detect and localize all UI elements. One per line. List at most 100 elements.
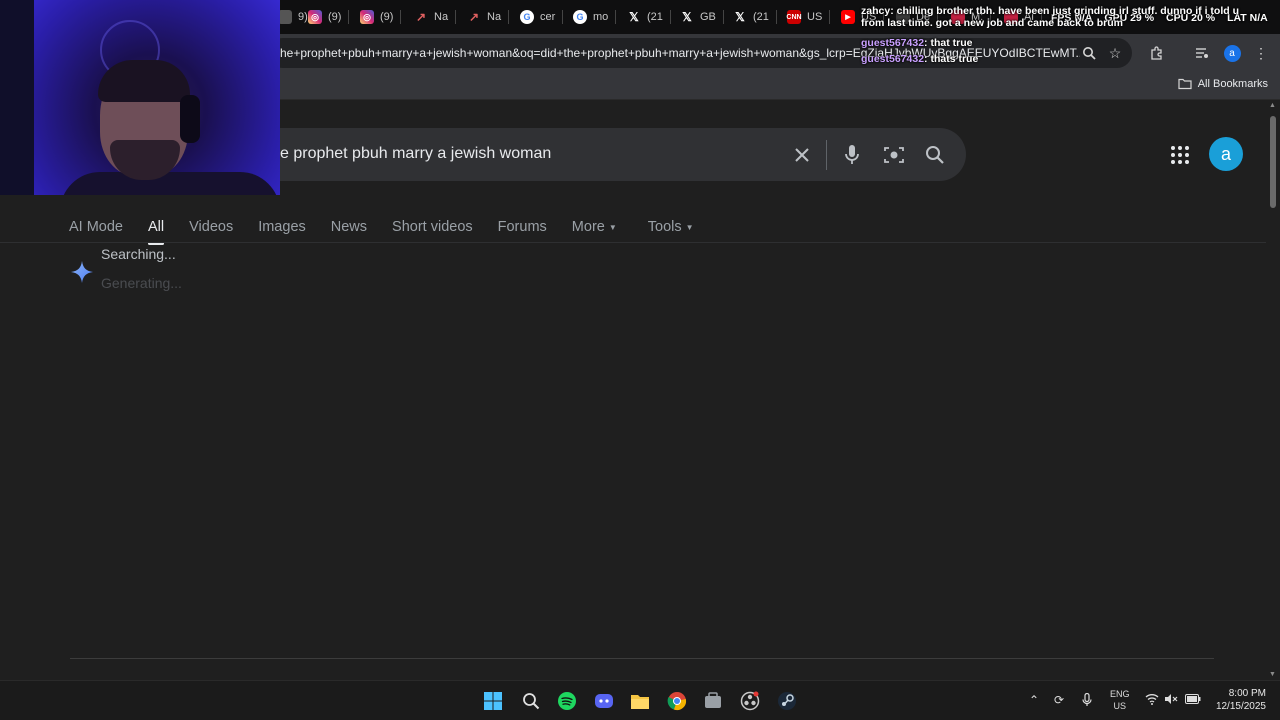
stream-chat-overlay: FPS N/A GPU 29 % CPU 20 % LAT N/A zahcy:… — [861, 5, 1280, 71]
tab-ai-mode[interactable]: AI Mode — [69, 212, 123, 242]
headset-icon — [180, 95, 200, 143]
tab-short-videos[interactable]: Short videos — [392, 212, 473, 242]
sync-icon[interactable]: ⟳ — [1054, 693, 1064, 707]
tab-label: Videos — [189, 219, 234, 235]
all-bookmarks-button[interactable]: All Bookmarks — [1178, 78, 1268, 90]
caret-down-icon: ▼ — [608, 222, 617, 232]
page-divider — [70, 658, 1214, 659]
discord-icon[interactable] — [593, 690, 615, 712]
scrollbar-thumb[interactable] — [1270, 116, 1276, 208]
windows-start-icon[interactable] — [482, 690, 504, 712]
keyboard-region: US — [1113, 701, 1127, 711]
browser-tab[interactable]: ◎ (9) — [302, 6, 351, 28]
windows-taskbar: ⌃ ⟳ ENG US 8:00 PM 12/15/2025 — [0, 680, 1280, 720]
tab-title: (21 — [647, 11, 663, 23]
taskbar-search-icon[interactable] — [520, 690, 542, 712]
tab-news[interactable]: News — [331, 212, 367, 242]
google-icon: G — [573, 10, 587, 24]
browser-tab[interactable]: CNN US — [781, 6, 831, 28]
tab-icon-generic — [278, 10, 292, 24]
webcam-shadow — [0, 0, 34, 195]
caret-down-icon: ▼ — [685, 222, 694, 232]
youtube-icon: ▶ — [841, 10, 855, 24]
search-tabs: AI Mode All Videos Images News Short vid… — [69, 212, 694, 245]
tab-label: All — [148, 219, 165, 235]
language-code: ENG — [1110, 689, 1130, 699]
account-avatar[interactable]: a — [1209, 137, 1243, 171]
chat-message: guest567432: that true — [861, 37, 973, 49]
tab-title: Na — [434, 11, 449, 23]
tab-images[interactable]: Images — [258, 212, 306, 242]
cnn-icon: CNN — [786, 10, 802, 24]
browser-tab[interactable]: ↗ Na — [408, 6, 457, 28]
search-icon[interactable] — [922, 142, 948, 168]
search-divider — [826, 140, 827, 170]
chat-text: thats true — [930, 53, 979, 65]
chat-message: guest567432: thats true — [861, 53, 979, 65]
vertical-scrollbar[interactable]: ▲ ▼ — [1266, 100, 1280, 680]
volume-muted-icon[interactable] — [1164, 693, 1178, 708]
browser-tab[interactable]: ◎ (9) — [354, 6, 403, 28]
browser-tab[interactable]: 𝕏 (21 — [621, 6, 671, 28]
tab-title: (9) — [328, 11, 342, 23]
ai-status-searching: Searching... — [101, 246, 176, 262]
tab-title: cer — [540, 11, 556, 23]
tab-title: US — [807, 11, 823, 23]
browser-tab[interactable]: ↗ Na — [461, 6, 510, 28]
tabs-divider — [0, 242, 1280, 243]
tab-videos[interactable]: Videos — [189, 212, 233, 242]
microphone-icon[interactable] — [839, 142, 865, 168]
google-icon: G — [520, 10, 534, 24]
language-indicator[interactable]: ENG US — [1110, 688, 1130, 712]
tab-tools[interactable]: Tools ▼ — [648, 212, 694, 242]
show-hidden-icons[interactable]: ⌃ — [1029, 693, 1039, 707]
browser-tab[interactable]: Gcer — [514, 6, 564, 28]
chat-username: guest567432 — [861, 37, 925, 49]
streamer-hair — [98, 60, 190, 102]
tab-label: News — [330, 219, 368, 235]
scroll-down-icon[interactable]: ▼ — [1269, 671, 1276, 678]
obs-icon[interactable] — [739, 690, 761, 712]
chart-icon: ↗ — [415, 10, 427, 24]
folder-icon — [1178, 78, 1192, 90]
wifi-icon[interactable] — [1145, 693, 1159, 708]
scroll-up-icon[interactable]: ▲ — [1269, 102, 1276, 109]
chrome-icon[interactable] — [666, 690, 688, 712]
tab-label: More — [571, 219, 605, 235]
file-explorer-icon[interactable] — [629, 690, 651, 712]
app-store-icon[interactable] — [702, 690, 724, 712]
chat-text: from last time. got a new job and came b… — [861, 17, 1123, 29]
system-clock[interactable]: 8:00 PM 12/15/2025 — [1210, 687, 1266, 713]
clear-icon[interactable] — [789, 142, 815, 168]
search-box[interactable]: e prophet pbuh marry a jewish woman — [240, 128, 966, 181]
instagram-icon: ◎ — [360, 10, 374, 24]
chat-message-continued: from last time. got a new job and came b… — [861, 17, 1123, 29]
tab-more[interactable]: More ▼ — [572, 212, 617, 242]
battery-icon[interactable] — [1185, 693, 1201, 707]
chat-username: guest567432 — [861, 53, 925, 65]
instagram-icon: ◎ — [308, 10, 322, 24]
google-apps-icon[interactable] — [1168, 143, 1192, 167]
tab-title: (9) — [380, 11, 394, 23]
chat-message: zahcy: chilling brother tbh. have been j… — [861, 5, 1240, 17]
tab-label: Tools — [647, 219, 682, 235]
tab-title: GB — [700, 11, 716, 23]
tab-forums[interactable]: Forums — [498, 212, 547, 242]
tab-label: Short videos — [392, 219, 473, 235]
spotify-icon[interactable] — [556, 690, 578, 712]
lens-icon[interactable] — [881, 142, 907, 168]
clock-time: 8:00 PM — [1228, 688, 1266, 699]
tab-title: (21 — [753, 11, 769, 23]
search-query[interactable]: e prophet pbuh marry a jewish woman — [280, 145, 551, 163]
tab-label: Images — [258, 219, 306, 235]
tab-all[interactable]: All — [148, 212, 165, 245]
ai-status-generating: Generating... — [101, 275, 182, 291]
screen: 9) ◎ (9) ◎ (9) ↗ Na ↗ Na Gcer Gmo 𝕏 (21 𝕏 GB 𝕏… — [0, 0, 1280, 720]
steam-icon[interactable] — [776, 690, 798, 712]
browser-tab[interactable]: Gmo — [567, 6, 617, 28]
all-bookmarks-label: All Bookmarks — [1197, 78, 1268, 90]
microphone-tray-icon[interactable] — [1082, 692, 1092, 710]
browser-tab[interactable]: 𝕏 GB — [674, 6, 724, 28]
chart-icon: ↗ — [468, 10, 480, 24]
browser-tab[interactable]: 𝕏 (21 — [727, 6, 777, 28]
